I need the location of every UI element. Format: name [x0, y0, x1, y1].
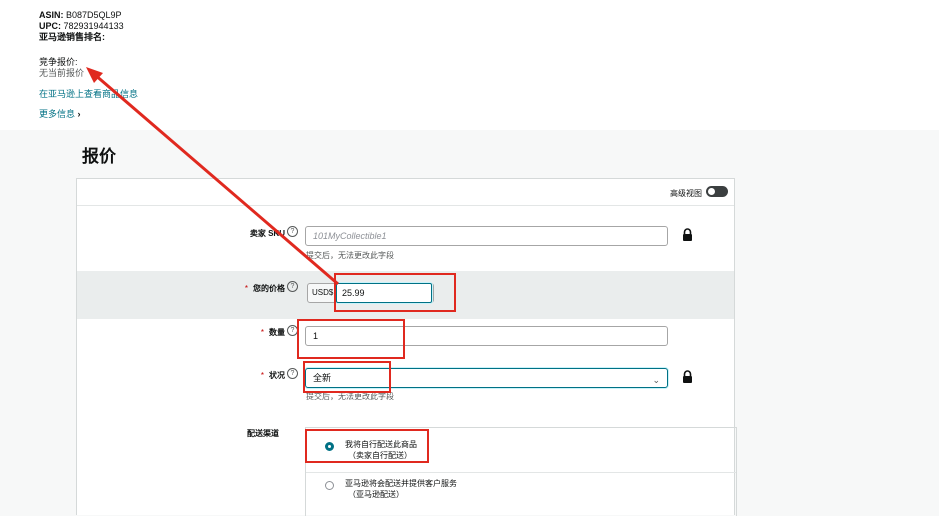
compete-value: 无当前报价	[39, 68, 85, 78]
price-help-icon[interactable]: ?	[287, 281, 298, 292]
sales-rank-label: 亚马逊销售排名:	[39, 32, 105, 42]
sku-label: 卖家 SKU	[249, 229, 285, 238]
sku-hint: 提交后，无法更改此字段	[306, 251, 394, 260]
more-info-link[interactable]: 更多信息 ›	[39, 107, 81, 120]
fulfillment-radio-fba[interactable]	[325, 481, 334, 490]
required-marker: *	[244, 284, 248, 293]
advanced-view-toggle[interactable]	[706, 186, 728, 197]
quantity-label-text: 数量	[269, 328, 285, 337]
more-info-label: 更多信息	[39, 109, 76, 119]
annotation-box-condition	[303, 361, 391, 393]
annotation-box-quantity	[297, 319, 405, 359]
divider	[306, 472, 736, 473]
chevron-right-icon: ›	[77, 109, 81, 119]
option-sub: （亚马逊配送）	[348, 490, 404, 499]
asin-label: ASIN:	[39, 10, 64, 20]
page-title: 报价	[82, 147, 116, 166]
chevron-down-icon: ⌄	[652, 375, 660, 385]
advanced-view-label: 高级视图	[670, 189, 702, 198]
required-marker: *	[260, 328, 264, 337]
sku-input[interactable]: 101MyCollectible1	[305, 226, 668, 246]
upc-value: 782931944133	[63, 21, 124, 31]
lock-icon	[683, 228, 692, 241]
asin-value: B087D5QL9P	[66, 10, 122, 20]
panel-header: 高级视图	[77, 179, 734, 206]
price-label-text: 您的价格	[253, 284, 285, 293]
product-summary	[0, 0, 939, 130]
currency-code: USD$	[312, 288, 334, 297]
sku-help-icon[interactable]: ?	[287, 226, 298, 237]
quantity-label: * 数量	[227, 327, 285, 338]
price-label: * 您的价格	[217, 283, 285, 294]
condition-label: * 状况	[227, 370, 285, 381]
required-marker: *	[260, 371, 264, 380]
fulfillment-label: 配送渠道	[247, 429, 279, 438]
annotation-box-price	[334, 273, 456, 312]
annotation-box-fulfillment	[305, 429, 429, 463]
offer-panel: 高级视图 卖家 SKU ? 101MyCollectible1 提交后，无法更改…	[76, 178, 737, 516]
competing-offers: 竞争报价: 无当前报价	[39, 57, 84, 79]
product-meta: ASIN: B087D5QL9P UPC: 782931944133 亚马逊销售…	[39, 10, 124, 43]
fulfillment-option-fba[interactable]: 亚马逊将会配送并提供客户服务 （亚马逊配送）	[345, 478, 457, 500]
lock-icon	[683, 370, 692, 383]
sku-placeholder: 101MyCollectible1	[313, 231, 387, 241]
upc-label: UPC:	[39, 21, 61, 31]
condition-help-icon[interactable]: ?	[287, 368, 298, 379]
compete-label: 竞争报价:	[39, 57, 78, 67]
option-title: 亚马逊将会配送并提供客户服务	[345, 479, 457, 488]
view-on-amazon-link[interactable]: 在亚马逊上查看商品信息	[39, 87, 138, 100]
condition-label-text: 状况	[269, 371, 285, 380]
